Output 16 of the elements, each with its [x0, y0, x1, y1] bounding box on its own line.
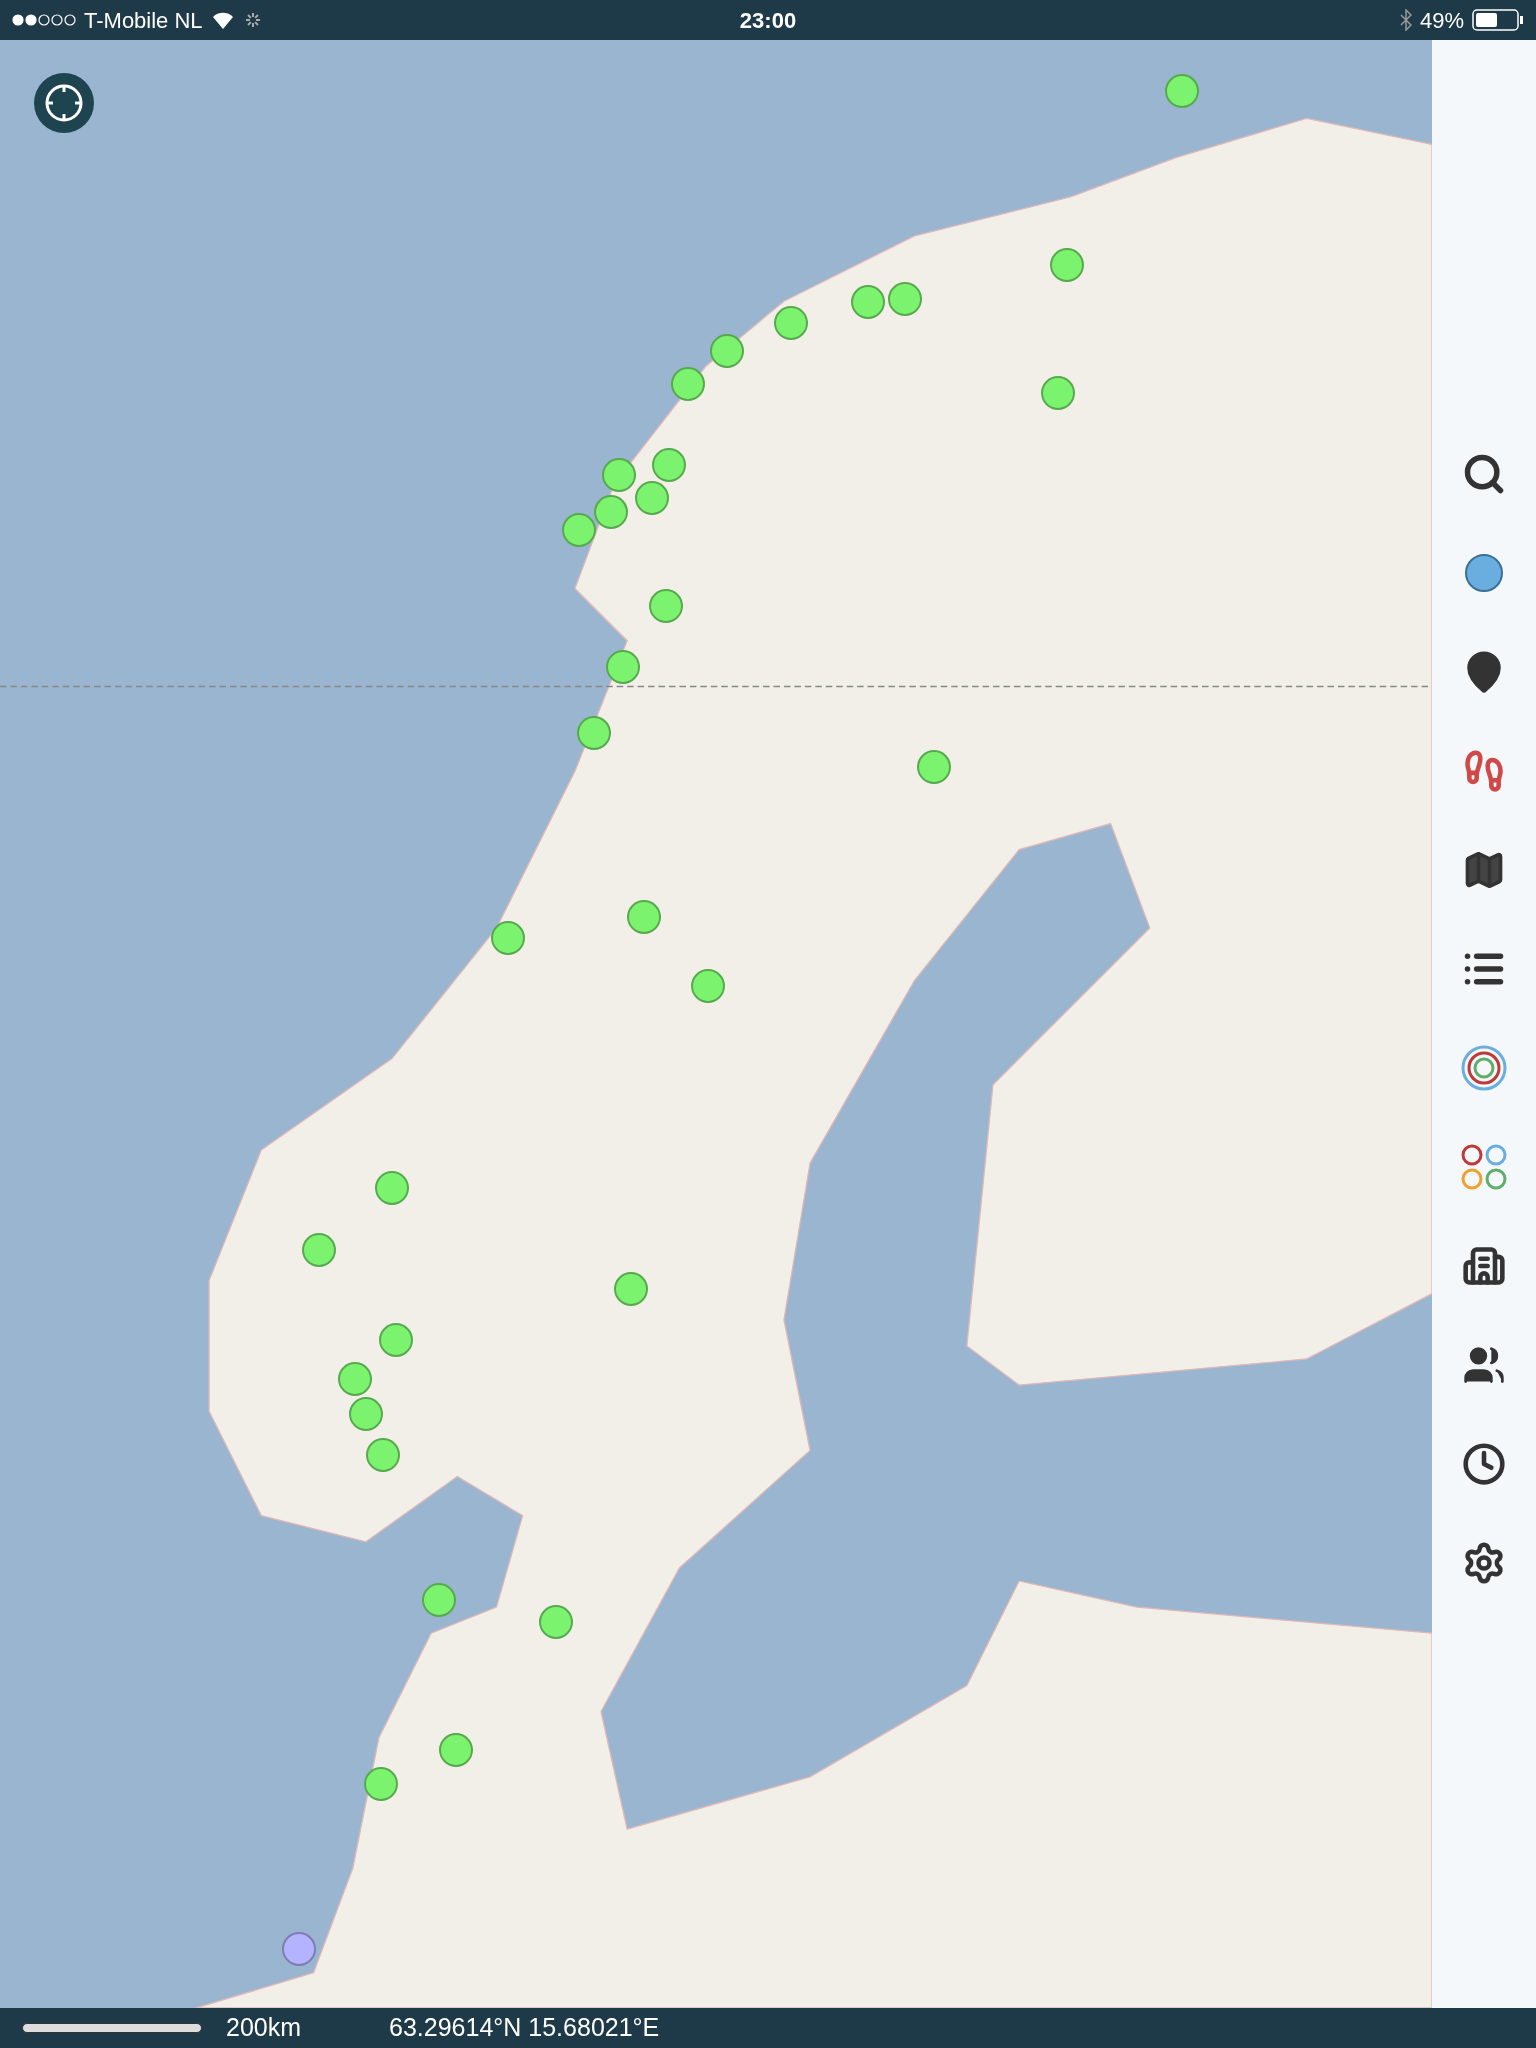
clock-time: 23:00	[739, 6, 797, 35]
bluetooth-icon	[1399, 9, 1412, 31]
clock-icon	[1462, 1441, 1506, 1486]
settings-icon	[1462, 1540, 1506, 1585]
signal-icon	[12, 14, 76, 26]
four-circles-icon	[1460, 1142, 1508, 1191]
wifi-icon	[210, 11, 235, 29]
scale-label: 200km	[226, 2012, 302, 2044]
coordinates-label: 63.29614°N 15.68021°E	[389, 2012, 660, 2044]
rings-icon	[1461, 1044, 1507, 1091]
carrier-name: T-Mobile NL	[84, 6, 203, 35]
battery-percent: 49%	[1419, 6, 1464, 35]
battery-icon	[1472, 9, 1524, 31]
circle-icon	[1464, 552, 1504, 593]
crosshair-icon	[44, 83, 84, 123]
footprints-icon	[1462, 748, 1506, 793]
